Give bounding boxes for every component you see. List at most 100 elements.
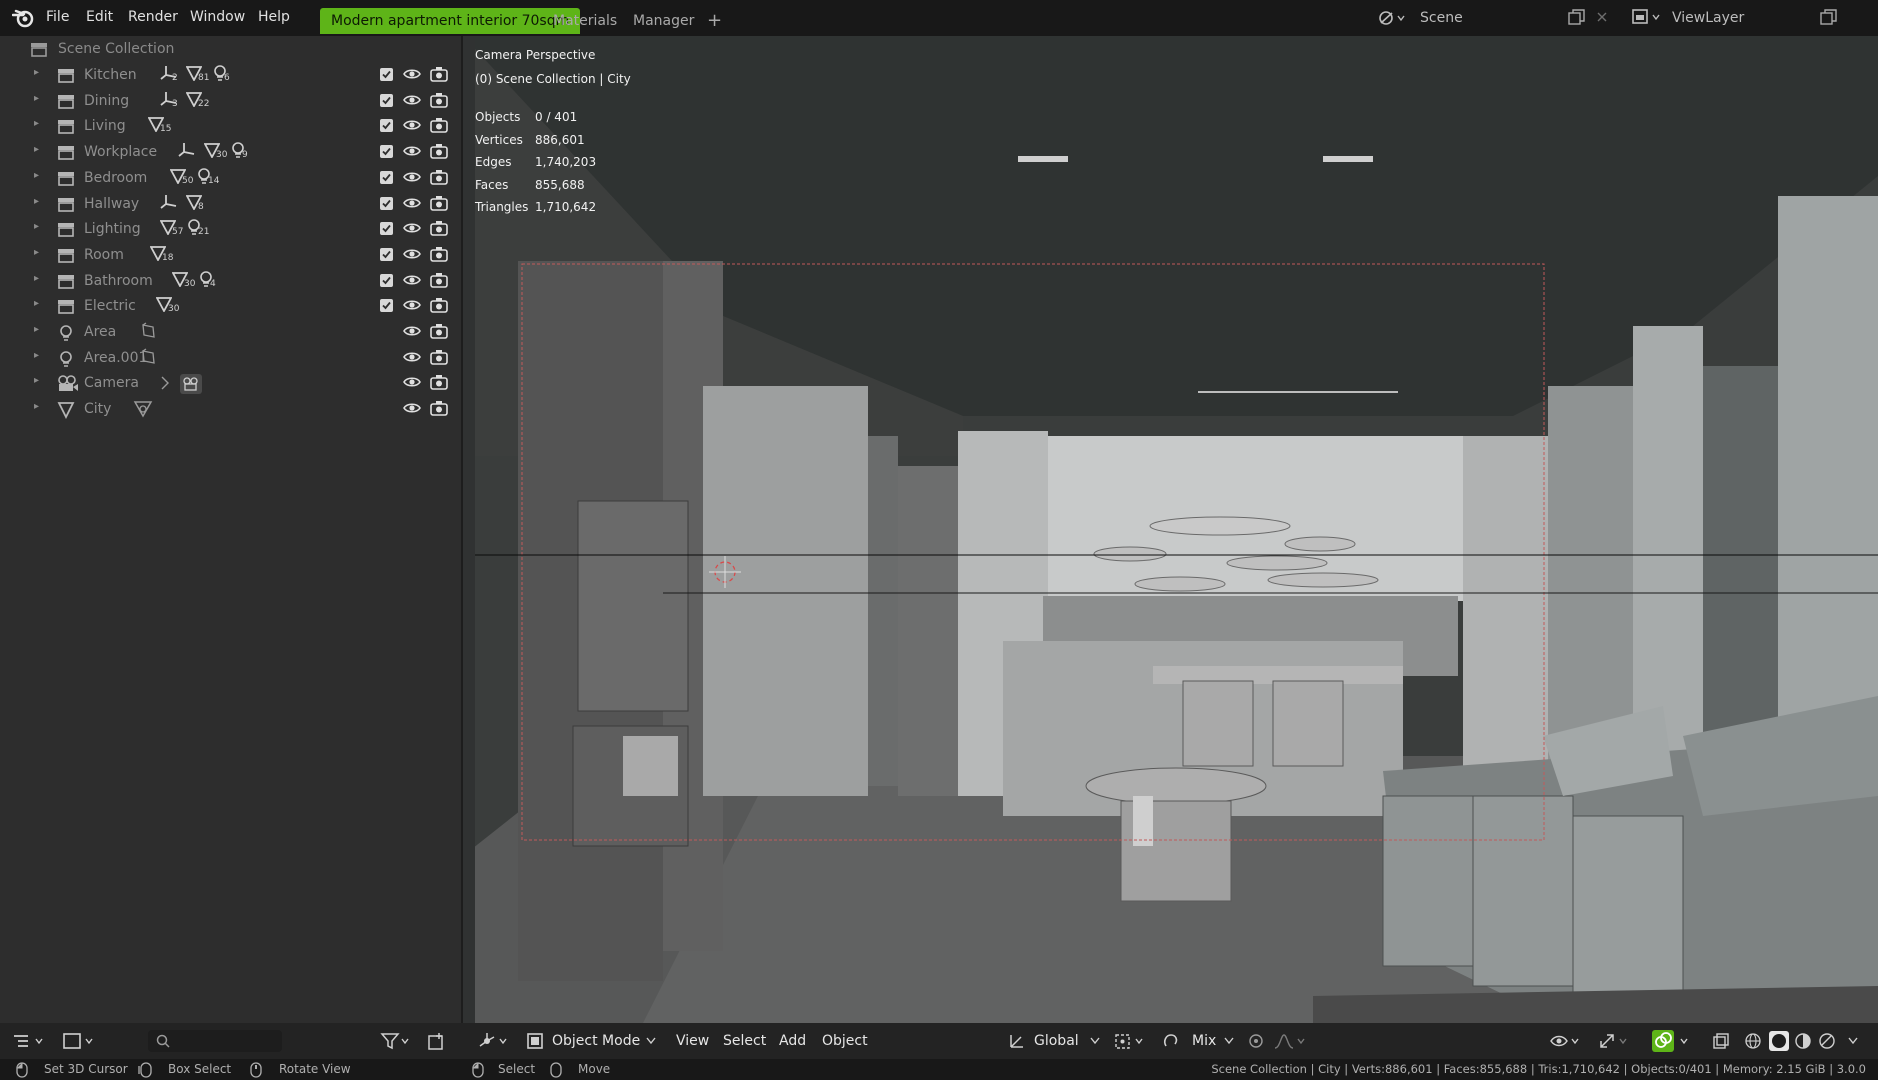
exclude-checkbox[interactable] (380, 196, 393, 210)
mesh-count-badge-icon[interactable]: 22 (186, 91, 212, 111)
viewport-editor-type-icon[interactable] (478, 1032, 514, 1050)
mesh-count-badge-icon[interactable]: 8 (186, 194, 212, 214)
eye-icon[interactable] (403, 221, 421, 235)
header-menu-add[interactable]: Add (779, 1033, 806, 1049)
proportional-editing-icon[interactable] (1248, 1033, 1264, 1049)
outliner-row-camera[interactable]: ▸ Camera (0, 370, 461, 396)
blender-logo-icon[interactable] (12, 8, 34, 28)
object-mode-icon[interactable] (526, 1032, 544, 1050)
exclude-checkbox[interactable] (380, 273, 393, 287)
eye-icon[interactable] (403, 170, 421, 184)
expand-arrow-icon[interactable]: ▸ (34, 221, 39, 232)
mesh-count-badge-icon[interactable]: 30 (156, 296, 182, 316)
light-data-icon[interactable] (140, 322, 158, 342)
exclude-checkbox[interactable] (380, 119, 393, 133)
copy-view-layer-icon[interactable] (1820, 9, 1838, 25)
snap-target-dropdown[interactable]: Mix (1192, 1033, 1216, 1049)
eye-icon[interactable] (403, 118, 421, 132)
light-count-badge-icon[interactable]: 4 (198, 270, 224, 291)
outliner-row-living[interactable]: ▸ Living 15 (0, 113, 461, 139)
3d-viewport[interactable]: Camera Perspective (0) Scene Collection … (463, 36, 1878, 1061)
scene-name-field[interactable]: Scene (1420, 6, 1463, 30)
empty-count-badge-icon[interactable] (160, 194, 186, 214)
mesh-count-badge-icon[interactable]: 15 (148, 116, 174, 136)
outliner-row-electric[interactable]: ▸ Electric 30 (0, 293, 461, 319)
display-mode-icon[interactable] (62, 1032, 98, 1050)
xray-icon[interactable] (1713, 1033, 1729, 1049)
outliner-row-area-001[interactable]: ▸ Area.001 (0, 345, 461, 371)
eye-icon[interactable] (403, 144, 421, 158)
empty-count-badge-icon[interactable]: 2 (160, 65, 186, 85)
expand-arrow-icon[interactable]: ▸ (34, 324, 39, 335)
menu-edit[interactable]: Edit (86, 9, 113, 25)
exclude-checkbox[interactable] (380, 247, 393, 261)
render-camera-icon[interactable] (430, 143, 448, 159)
solid-shading-icon[interactable] (1769, 1031, 1789, 1051)
exclude-checkbox[interactable] (380, 93, 393, 107)
view-layer-icon[interactable] (1632, 8, 1662, 26)
view-layer-field[interactable]: ViewLayer (1672, 6, 1744, 30)
eye-icon[interactable] (403, 350, 421, 364)
outliner-row-bedroom[interactable]: ▸ Bedroom 50 14 (0, 165, 461, 191)
eye-icon[interactable] (403, 247, 421, 261)
mesh-count-badge-icon[interactable]: 57 (160, 219, 186, 239)
menu-help[interactable]: Help (258, 9, 290, 25)
render-camera-icon[interactable] (430, 66, 448, 82)
expand-arrow-icon[interactable]: ▸ (34, 93, 39, 104)
header-menu-view[interactable]: View (676, 1033, 709, 1049)
rendered-shading-icon[interactable] (1819, 1033, 1835, 1049)
empty-count-badge-icon[interactable]: 3 (160, 91, 186, 111)
eye-icon[interactable] (403, 324, 421, 338)
header-menu-select[interactable]: Select (723, 1033, 766, 1049)
light-count-badge-icon[interactable]: 21 (186, 219, 212, 239)
expand-arrow-icon[interactable]: ▸ (34, 247, 39, 258)
expand-arrow-icon[interactable]: ▸ (34, 196, 39, 207)
eye-icon[interactable] (403, 401, 421, 415)
expand-arrow-icon[interactable]: ▸ (34, 350, 39, 361)
tab-manager[interactable]: Manager (622, 8, 705, 34)
mesh-count-badge-icon[interactable]: 50 (170, 168, 196, 188)
expand-arrow-icon[interactable]: ▸ (34, 170, 39, 181)
outliner-row-bathroom[interactable]: ▸ Bathroom 30 4 (0, 268, 461, 294)
header-menu-object[interactable]: Object (822, 1033, 868, 1049)
falloff-icon[interactable] (1274, 1033, 1306, 1049)
render-camera-icon[interactable] (430, 117, 448, 134)
render-camera-icon[interactable] (430, 374, 448, 391)
gizmo-icon[interactable] (1598, 1032, 1634, 1050)
expand-arrow-icon[interactable]: ▸ (34, 144, 39, 155)
material-shading-icon[interactable] (1795, 1033, 1811, 1049)
copy-scene-icon[interactable] (1568, 9, 1586, 25)
scene-render[interactable] (463, 36, 1878, 1023)
render-camera-icon[interactable] (430, 195, 448, 211)
exclude-checkbox[interactable] (380, 145, 393, 159)
expand-arrow-icon[interactable]: ▸ (34, 67, 39, 78)
exclude-checkbox[interactable] (380, 68, 393, 81)
outliner-row-area[interactable]: ▸ Area (0, 319, 461, 345)
light-data-icon[interactable] (140, 348, 158, 368)
render-camera-icon[interactable] (430, 349, 448, 365)
outliner-row-hallway[interactable]: ▸ Hallway 8 (0, 191, 461, 217)
expand-arrow-icon[interactable]: ▸ (34, 375, 39, 386)
exclude-checkbox[interactable] (380, 170, 393, 184)
mesh-count-badge-icon[interactable]: 30 (172, 271, 198, 291)
exclude-checkbox[interactable] (380, 222, 393, 236)
render-camera-icon[interactable] (430, 323, 448, 339)
camera-data-icon[interactable] (160, 373, 204, 395)
outliner-row-lighting[interactable]: ▸ Lighting 57 21 (0, 216, 461, 242)
transform-orientation-icon[interactable] (1008, 1032, 1026, 1050)
expand-arrow-icon[interactable]: ▸ (34, 273, 39, 284)
object-mode-dropdown[interactable]: Object Mode (552, 1033, 640, 1049)
wireframe-shading-icon[interactable] (1745, 1033, 1761, 1049)
add-workspace-button[interactable]: + (696, 8, 733, 34)
menu-window[interactable]: Window (190, 9, 245, 25)
menu-render[interactable]: Render (128, 9, 178, 25)
outliner-root-row[interactable]: Scene Collection (0, 36, 461, 62)
expand-arrow-icon[interactable]: ▸ (34, 298, 39, 309)
light-count-badge-icon[interactable]: 14 (196, 167, 222, 188)
transform-orientation-dropdown[interactable]: Global (1034, 1033, 1079, 1049)
eye-icon[interactable] (403, 273, 421, 287)
empty-count-badge-icon[interactable] (178, 142, 204, 162)
light-count-badge-icon[interactable]: 6 (212, 65, 238, 85)
tab-materials[interactable]: Materials (542, 8, 628, 34)
outliner-row-workplace[interactable]: ▸ Workplace 30 9 (0, 139, 461, 165)
